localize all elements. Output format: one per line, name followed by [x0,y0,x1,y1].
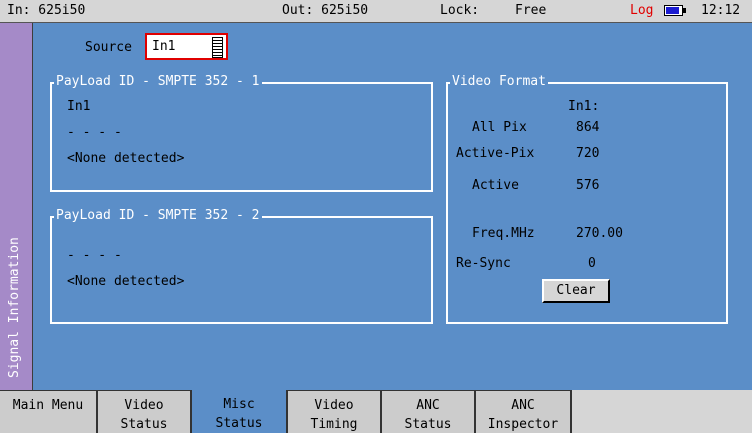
vf-label-active-pix: Active-Pix [456,146,535,161]
payload-1-dashes: - - - - [67,125,122,140]
payload-2-title: PayLoad ID - SMPTE 352 - 2 [54,208,262,223]
vf-value-active: 576 [576,178,600,193]
payload-2-status: <None detected> [67,274,185,289]
tab-video-status-line2: Status [120,417,168,432]
video-format-title: Video Format [450,74,548,89]
battery-icon [664,5,683,16]
source-scroll-icon [212,37,223,58]
vf-label-active: Active [472,178,519,193]
vf-label-all-pix: All Pix [472,120,527,135]
vf-value-freq: 270.00 [576,226,623,241]
source-label: Source [85,40,132,55]
tab-video-timing[interactable]: Video Timing [288,390,382,433]
vf-label-freq: Freq.MHz [472,226,535,241]
tab-bar: Main Menu Video Status Misc Status Video… [0,390,752,433]
lock-value: Free [515,3,547,18]
payload-1-status: <None detected> [67,151,185,166]
tab-misc-status[interactable]: Misc Status [192,390,288,433]
tab-misc-status-line2: Status [215,416,263,431]
tab-misc-status-line1: Misc [223,397,255,412]
payload-1-input: In1 [67,99,91,114]
battery-tip [683,8,686,13]
tab-main-menu-label: Main Menu [12,398,84,413]
tab-video-status[interactable]: Video Status [98,390,192,433]
clear-button[interactable]: Clear [542,279,610,303]
tab-anc-status-line1: ANC [416,398,440,413]
source-value: In1 [152,39,176,54]
tab-video-timing-line2: Timing [310,417,358,432]
side-tab-label: Signal Information [7,237,22,378]
tab-anc-status-line2: Status [404,417,452,432]
lock-label: Lock: [440,3,480,18]
payload-1-title: PayLoad ID - SMPTE 352 - 1 [54,74,262,89]
tab-video-status-line1: Video [124,398,164,413]
source-select[interactable]: In1 [145,33,228,60]
tab-anc-inspector[interactable]: ANC Inspector [476,390,572,433]
output-format: Out: 625i50 [282,3,369,18]
payload-2-dashes: - - - - [67,248,122,263]
vf-value-resync: 0 [588,256,596,271]
payload-panel-2: PayLoad ID - SMPTE 352 - 2 - - - - <None… [50,208,433,324]
payload-panel-1: PayLoad ID - SMPTE 352 - 1 In1 - - - - <… [50,74,433,192]
tab-video-timing-line1: Video [314,398,354,413]
tab-main-menu[interactable]: Main Menu [0,390,98,433]
log-indicator: Log [630,3,654,18]
vf-label-resync: Re-Sync [456,256,511,271]
side-tab-signal-information[interactable]: Signal Information [0,23,33,390]
video-format-column: In1: [568,99,600,114]
tab-anc-inspector-line2: Inspector [487,417,559,432]
vf-value-all-pix: 864 [576,120,600,135]
vf-value-active-pix: 720 [576,146,600,161]
status-bar: In: 625i50 Out: 625i50 Lock: Free Log 12… [0,0,752,23]
tab-anc-inspector-line1: ANC [511,398,535,413]
battery-fill [666,7,679,14]
clock: 12:12 [701,3,741,18]
tab-anc-status[interactable]: ANC Status [382,390,476,433]
input-format: In: 625i50 [7,3,86,18]
